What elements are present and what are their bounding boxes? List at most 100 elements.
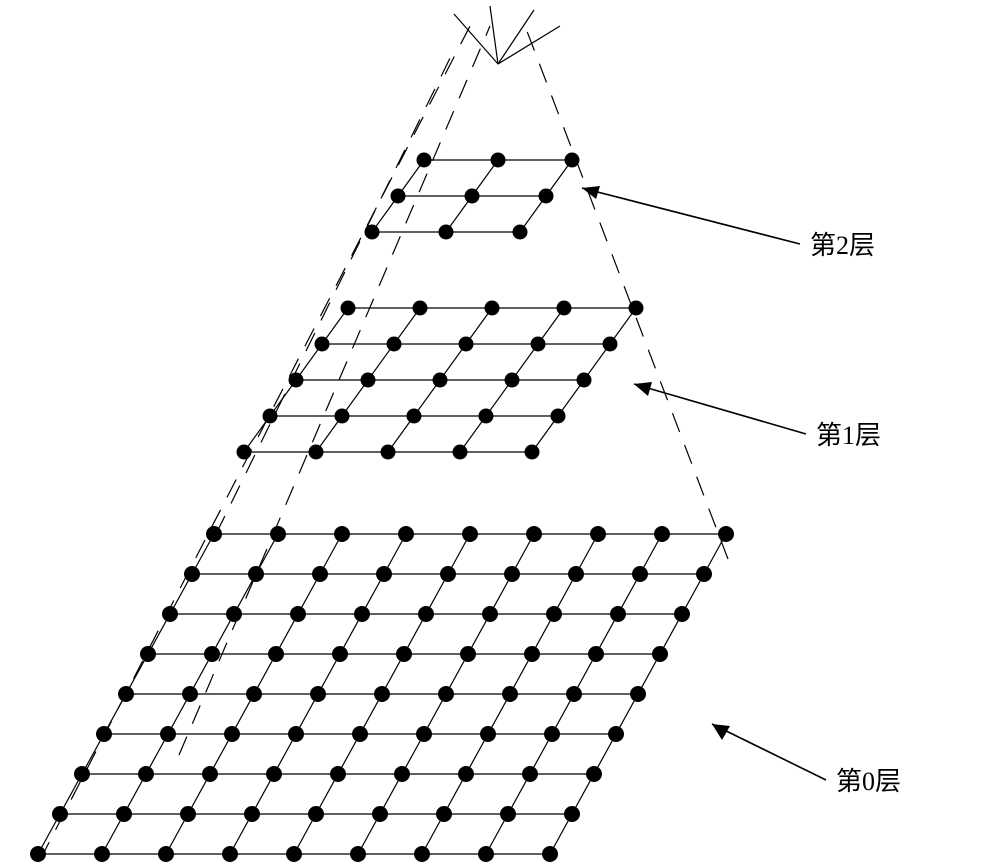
grid-node bbox=[416, 726, 432, 742]
grid-node bbox=[398, 526, 414, 542]
grid-node bbox=[182, 686, 198, 702]
grid-node bbox=[391, 189, 406, 204]
grid-node bbox=[505, 373, 520, 388]
grid-node bbox=[309, 445, 324, 460]
pyramid-diagram: 第2层 第1层 第0层 bbox=[0, 0, 1000, 868]
grid-node bbox=[478, 846, 494, 862]
grid-node bbox=[482, 606, 498, 622]
label-layer0: 第0层 bbox=[836, 767, 901, 796]
grid-node bbox=[266, 766, 282, 782]
grid-node bbox=[531, 337, 546, 352]
grid-node bbox=[332, 646, 348, 662]
grid-node bbox=[458, 766, 474, 782]
grid-node bbox=[222, 846, 238, 862]
grid-node bbox=[418, 606, 434, 622]
grid-node bbox=[440, 566, 456, 582]
grid-node bbox=[525, 445, 540, 460]
grid-node bbox=[263, 409, 278, 424]
grid-node bbox=[387, 337, 402, 352]
grid-node bbox=[396, 646, 412, 662]
grid-node bbox=[350, 846, 366, 862]
grid-node bbox=[491, 153, 506, 168]
grid-node bbox=[248, 566, 264, 582]
grid-node bbox=[557, 301, 572, 316]
grid-layer-1 bbox=[237, 301, 644, 460]
grid-node bbox=[140, 646, 156, 662]
grid-node bbox=[551, 409, 566, 424]
grid-node bbox=[372, 806, 388, 822]
grid-node bbox=[674, 606, 690, 622]
grid-node bbox=[608, 726, 624, 742]
grid-node bbox=[480, 726, 496, 742]
grid-node bbox=[290, 606, 306, 622]
label-arrow-layer1 bbox=[634, 382, 806, 434]
grid-node bbox=[138, 766, 154, 782]
grid-node bbox=[544, 726, 560, 742]
grid-node bbox=[566, 686, 582, 702]
grid-node bbox=[413, 301, 428, 316]
label-layer1: 第1层 bbox=[816, 421, 881, 450]
grid-node bbox=[160, 726, 176, 742]
grid-node bbox=[224, 726, 240, 742]
grid-node bbox=[417, 153, 432, 168]
grid-node bbox=[381, 445, 396, 460]
grid-node bbox=[586, 766, 602, 782]
grid-layer-0 bbox=[30, 526, 734, 862]
grid-node bbox=[453, 445, 468, 460]
grid-node bbox=[352, 726, 368, 742]
grid-node bbox=[588, 646, 604, 662]
grid-node bbox=[116, 806, 132, 822]
grid-node bbox=[310, 686, 326, 702]
grid-node bbox=[341, 301, 356, 316]
grid-node bbox=[334, 526, 350, 542]
grid-node bbox=[206, 526, 222, 542]
grid-node bbox=[288, 726, 304, 742]
grid-node bbox=[162, 606, 178, 622]
grid-node bbox=[268, 646, 284, 662]
pyramid-edges bbox=[40, 26, 728, 860]
grid-node bbox=[500, 806, 516, 822]
grid-node bbox=[270, 526, 286, 542]
grid-node bbox=[96, 726, 112, 742]
grid-node bbox=[52, 806, 68, 822]
grid-node bbox=[539, 189, 554, 204]
grid-node bbox=[376, 566, 392, 582]
grid-node bbox=[202, 766, 218, 782]
apex-lines bbox=[454, 6, 560, 64]
grid-node bbox=[630, 686, 646, 702]
grid-node bbox=[365, 225, 380, 240]
grid-node bbox=[226, 606, 242, 622]
grid-node bbox=[632, 566, 648, 582]
grid-node bbox=[289, 373, 304, 388]
grid-node bbox=[504, 566, 520, 582]
label-layer2: 第2层 bbox=[810, 231, 875, 260]
grid-node bbox=[407, 409, 422, 424]
grid-node bbox=[524, 646, 540, 662]
grid-node bbox=[590, 526, 606, 542]
grid-node bbox=[652, 646, 668, 662]
label-arrow-layer2 bbox=[582, 186, 800, 244]
grid-node bbox=[542, 846, 558, 862]
grid-node bbox=[94, 846, 110, 862]
grid-node bbox=[184, 566, 200, 582]
grid-node bbox=[361, 373, 376, 388]
grid-node bbox=[465, 189, 480, 204]
grid-node bbox=[394, 766, 410, 782]
grid-node bbox=[546, 606, 562, 622]
grid-node bbox=[460, 646, 476, 662]
grid-node bbox=[158, 846, 174, 862]
grid-node bbox=[312, 566, 328, 582]
grid-node bbox=[565, 153, 580, 168]
grid-node bbox=[439, 225, 454, 240]
grid-node bbox=[479, 409, 494, 424]
grid-node bbox=[286, 846, 302, 862]
grid-node bbox=[513, 225, 528, 240]
grid-node bbox=[603, 337, 618, 352]
grid-node bbox=[308, 806, 324, 822]
grid-node bbox=[610, 606, 626, 622]
grid-node bbox=[462, 526, 478, 542]
grid-node bbox=[315, 337, 330, 352]
grid-node bbox=[414, 846, 430, 862]
grid-node bbox=[502, 686, 518, 702]
grid-node bbox=[30, 846, 46, 862]
